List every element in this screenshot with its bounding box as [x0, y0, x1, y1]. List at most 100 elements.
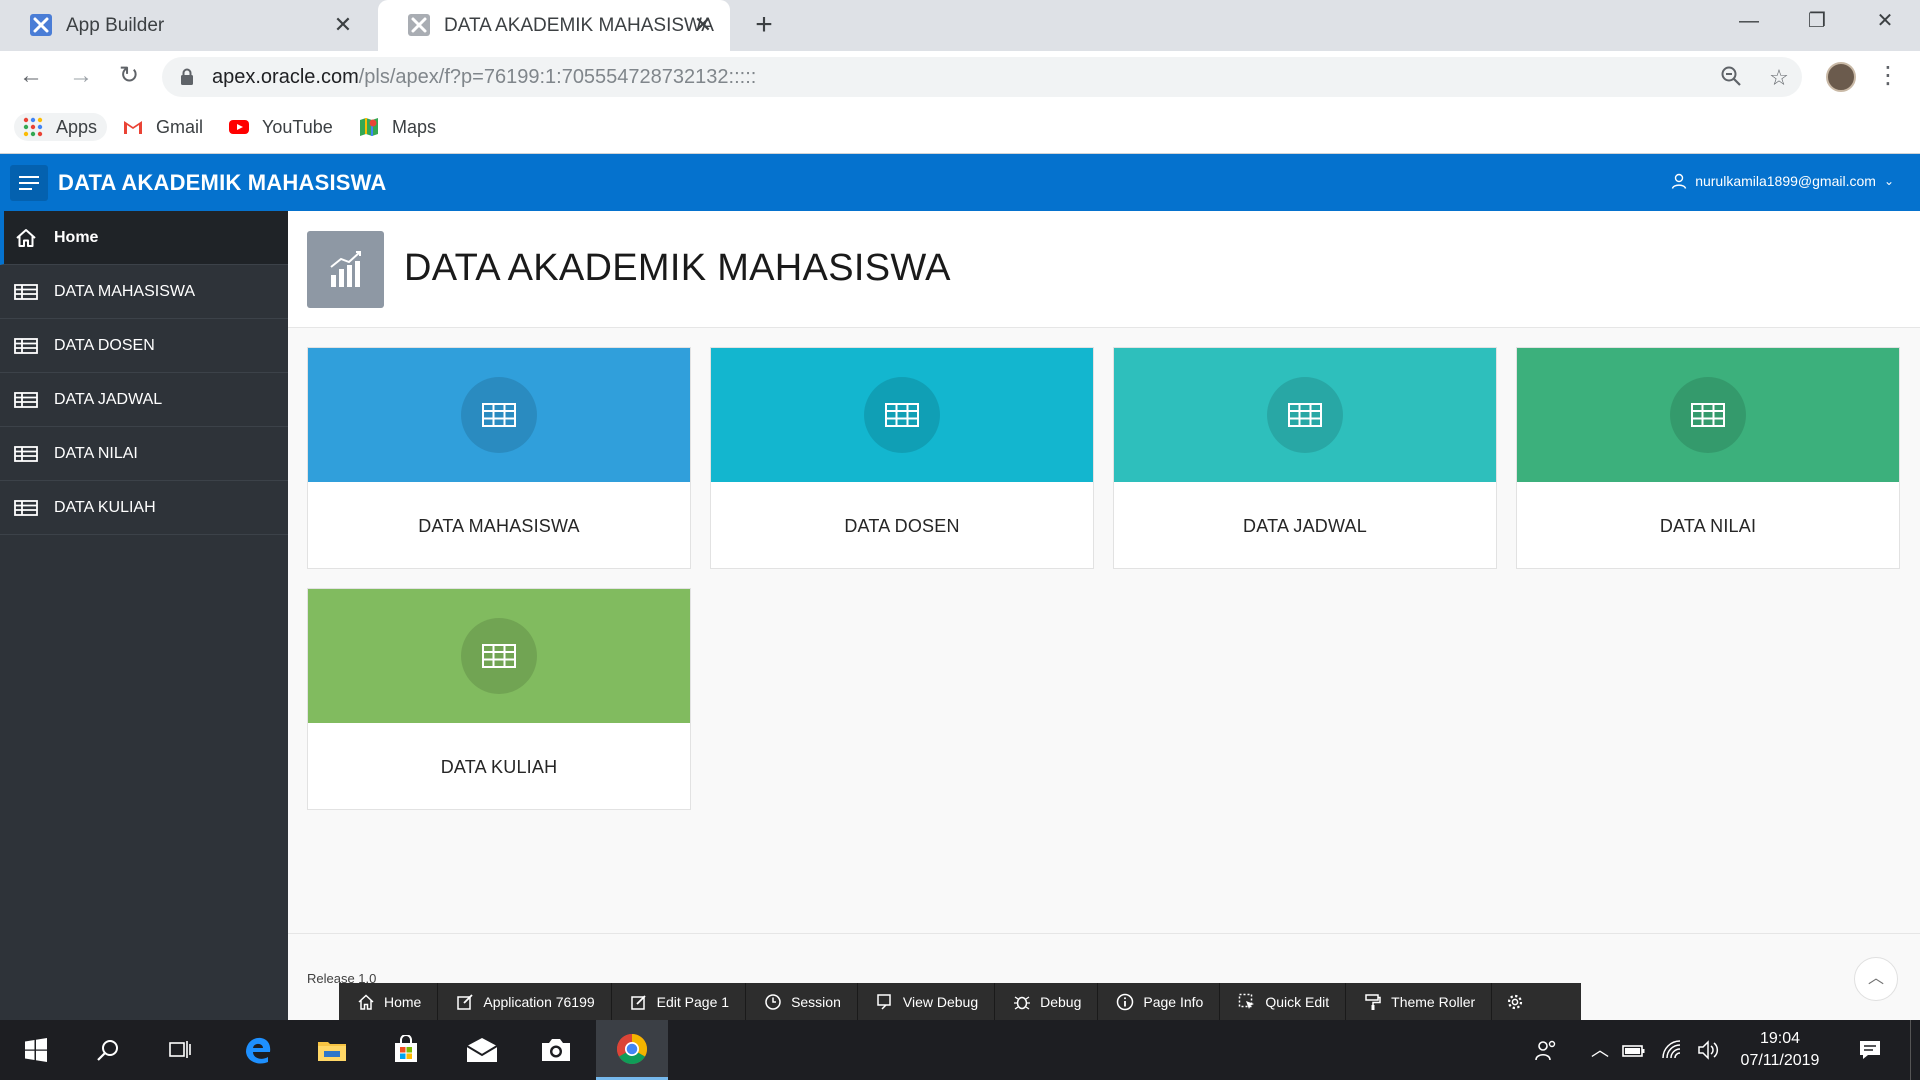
bookmark-maps[interactable]: Maps: [358, 113, 436, 141]
dev-button-label: Home: [384, 993, 422, 1010]
bug-icon: [1014, 995, 1031, 1010]
dev-application-button[interactable]: Application 76199: [438, 983, 612, 1020]
chevron-up-icon[interactable]: ︿: [1588, 1038, 1612, 1062]
table-icon: [14, 337, 38, 354]
card-icon-circle: [1267, 377, 1343, 453]
card-label: DATA KULIAH: [440, 757, 558, 777]
dev-home-button[interactable]: Home: [339, 983, 439, 1020]
lock-icon: [181, 68, 193, 85]
dev-button-label: View Debug: [902, 993, 979, 1010]
forward-arrow-icon[interactable]: →: [64, 59, 98, 93]
microsoft-store-icon[interactable]: [370, 1020, 442, 1080]
apps-grid-icon: [23, 117, 43, 137]
dev-quick-edit-button[interactable]: Quick Edit: [1220, 983, 1347, 1020]
apex-app-icon: [408, 14, 430, 36]
address-bar[interactable]: apex.oracle.com/pls/apex/f?p=76199:1:705…: [162, 57, 1802, 97]
bookmark-gmail[interactable]: Gmail: [122, 113, 203, 141]
people-icon[interactable]: [1534, 1038, 1558, 1062]
mail-icon[interactable]: [446, 1020, 518, 1080]
system-clock[interactable]: 19:04 07/11/2019: [1720, 1028, 1840, 1072]
sidebar-item-home[interactable]: Home: [0, 211, 288, 265]
table-icon: [482, 403, 516, 427]
minimize-icon[interactable]: —: [1716, 0, 1782, 42]
card-data-jadwal[interactable]: DATA JADWAL: [1113, 347, 1497, 569]
windows-start-icon[interactable]: [0, 1020, 72, 1080]
user-menu[interactable]: nurulkamila1899@gmail.com ⌄: [1671, 173, 1894, 189]
tab-app-builder[interactable]: App Builder ✕: [0, 0, 370, 51]
profile-avatar[interactable]: [1826, 62, 1856, 92]
reload-icon[interactable]: ↻: [112, 59, 146, 93]
scroll-to-top-button[interactable]: ︿: [1854, 957, 1898, 1001]
file-explorer-icon[interactable]: [296, 1020, 368, 1080]
task-view-icon[interactable]: [144, 1020, 216, 1080]
bookmark-label: Maps: [392, 116, 437, 137]
volume-icon[interactable]: [1696, 1038, 1720, 1062]
dev-debug-button[interactable]: Debug: [995, 983, 1099, 1020]
table-icon: [14, 499, 38, 516]
battery-icon[interactable]: [1622, 1038, 1646, 1062]
dev-settings-button[interactable]: [1492, 983, 1538, 1020]
zoom-icon[interactable]: [1718, 65, 1744, 91]
sidebar-item-data-jadwal[interactable]: DATA JADWAL: [0, 373, 288, 427]
edge-browser-icon[interactable]: [222, 1020, 294, 1080]
browser-toolbar: ← → ↻ apex.oracle.com/pls/apex/f?p=76199…: [0, 51, 1920, 101]
card-icon-circle: [461, 377, 537, 453]
wifi-icon[interactable]: [1660, 1038, 1684, 1062]
chevron-down-icon: ⌄: [1883, 174, 1894, 188]
dev-button-label: Debug: [1040, 993, 1082, 1010]
dev-edit-page-button[interactable]: Edit Page 1: [612, 983, 747, 1020]
table-icon: [1691, 403, 1725, 427]
dev-theme-roller-button[interactable]: Theme Roller: [1346, 983, 1493, 1020]
chrome-icon[interactable]: [596, 1020, 668, 1080]
dev-page-info-button[interactable]: Page Info: [1098, 983, 1221, 1020]
youtube-icon: [229, 120, 249, 134]
sidebar-item-label: DATA JADWAL: [54, 390, 163, 408]
card-banner: [308, 348, 690, 482]
notifications-icon[interactable]: [1858, 1038, 1882, 1062]
card-data-kuliah[interactable]: DATA KULIAH: [307, 588, 691, 810]
quick-edit-icon: [1239, 993, 1255, 1009]
gear-icon: [1508, 994, 1523, 1009]
dev-button-label: Edit Page 1: [656, 993, 730, 1010]
dev-button-label: Session: [791, 993, 841, 1010]
edit-icon: [457, 993, 473, 1010]
sidebar-item-data-mahasiswa[interactable]: DATA MAHASISWA: [0, 265, 288, 319]
show-desktop-button[interactable]: [1910, 1020, 1920, 1080]
bookmark-youtube[interactable]: YouTube: [228, 113, 333, 141]
bookmarks-bar: Apps Gmail YouTube Maps: [0, 101, 1920, 154]
close-icon[interactable]: ✕: [330, 12, 356, 38]
back-arrow-icon[interactable]: ←: [14, 59, 48, 93]
card-icon-circle: [1670, 377, 1746, 453]
hero-region: DATA AKADEMIK MAHASISWA: [288, 211, 1920, 328]
url-host: apex.oracle.com: [212, 66, 359, 88]
card-data-mahasiswa[interactable]: DATA MAHASISWA: [307, 347, 691, 569]
sidebar-item-data-nilai[interactable]: DATA NILAI: [0, 427, 288, 481]
window-close-icon[interactable]: ✕: [1852, 0, 1918, 42]
close-icon[interactable]: ✕: [690, 12, 716, 38]
dev-button-label: Quick Edit: [1265, 993, 1330, 1010]
sidebar-item-data-dosen[interactable]: DATA DOSEN: [0, 319, 288, 373]
search-icon[interactable]: [72, 1020, 144, 1080]
dev-session-button[interactable]: Session: [746, 983, 858, 1020]
card-data-dosen[interactable]: DATA DOSEN: [710, 347, 1094, 569]
dev-button-label: Application 76199: [483, 993, 595, 1010]
tab-data-akademik[interactable]: DATA AKADEMIK MAHASISWA ✕: [378, 0, 730, 51]
card-data-nilai[interactable]: DATA NILAI: [1516, 347, 1900, 569]
sidebar-item-data-kuliah[interactable]: DATA KULIAH: [0, 481, 288, 535]
app-title[interactable]: DATA AKADEMIK MAHASISWA: [58, 170, 386, 196]
clock-time: 19:04: [1759, 1030, 1801, 1047]
bookmark-label: Gmail: [156, 116, 204, 137]
restore-icon[interactable]: ❐: [1784, 0, 1850, 42]
more-menu-icon[interactable]: ⋮: [1876, 59, 1900, 93]
tab-title: DATA AKADEMIK MAHASISWA: [444, 14, 714, 36]
bookmark-apps[interactable]: Apps: [14, 113, 108, 141]
camera-icon[interactable]: [520, 1020, 592, 1080]
menu-toggle-icon[interactable]: [10, 165, 48, 201]
main-content: DATA AKADEMIK MAHASISWA DATA MAHASISWA D…: [288, 211, 1920, 1020]
bookmark-star-icon[interactable]: ☆: [1766, 65, 1792, 91]
table-icon: [482, 644, 516, 668]
dev-view-debug-button[interactable]: View Debug: [858, 983, 996, 1020]
bar-chart-icon: [307, 231, 384, 308]
tab-title: App Builder: [66, 14, 165, 36]
new-tab-button[interactable]: +: [748, 9, 780, 41]
